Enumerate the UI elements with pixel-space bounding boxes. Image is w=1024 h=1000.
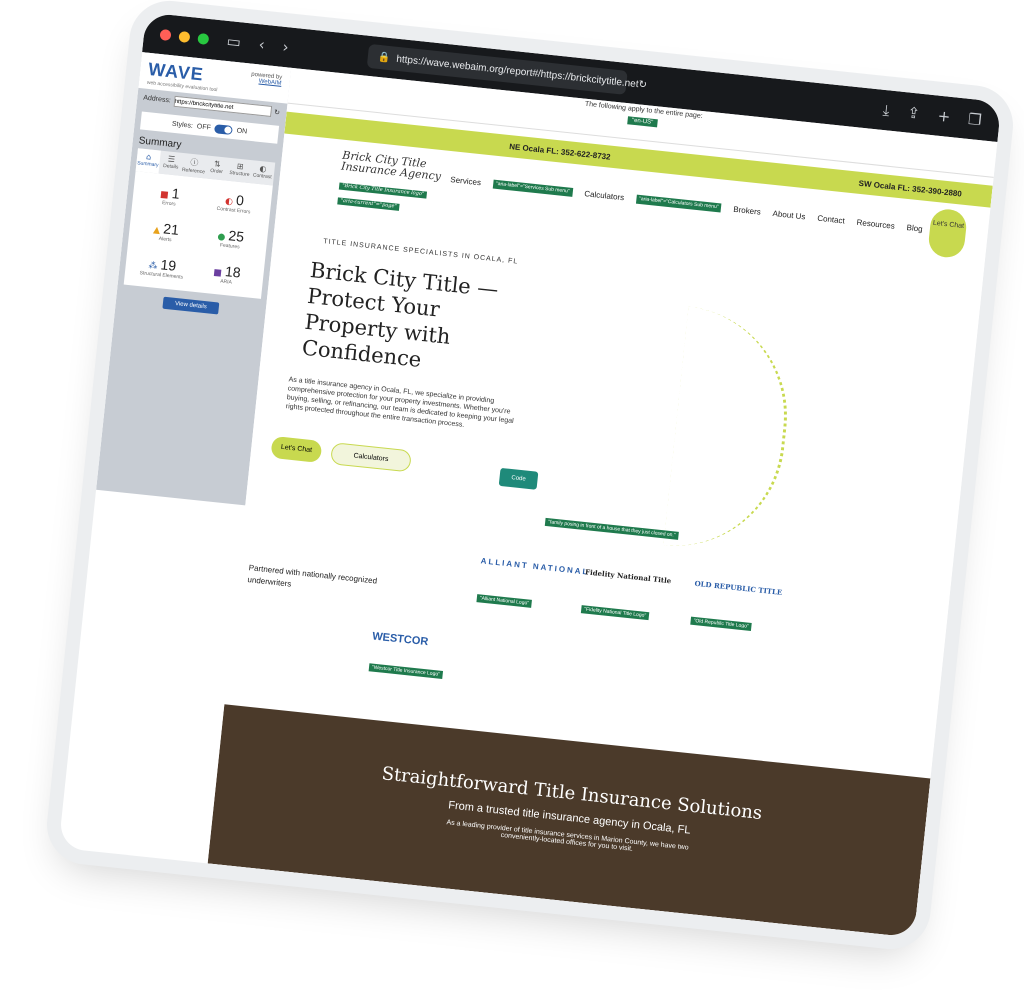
aria-current-tag[interactable]: "aria-current"="page" (337, 197, 400, 211)
browser-window: ▭ ‹ › 🔒 https://wave.webaim.org/report#/… (58, 12, 1002, 938)
styles-on-label: ON (236, 126, 248, 136)
aria-icon: ■ (212, 267, 223, 279)
code-tag[interactable]: Code (498, 467, 539, 490)
styles-off-label: OFF (196, 122, 212, 132)
hero-calculators-button[interactable]: Calculators (330, 442, 412, 473)
aria-services-tag[interactable]: "aria-label"="Services Sub menu" (492, 179, 573, 197)
back-icon[interactable]: ‹ (258, 35, 266, 54)
tab-order[interactable]: ⇅ Order (204, 155, 229, 180)
sidebar-icon[interactable]: ▭ (226, 32, 242, 51)
maximize-window-button[interactable] (197, 32, 210, 45)
menu-services[interactable]: Services (450, 175, 481, 187)
alliant-logo: ALLIANT NATIONAL (480, 556, 590, 577)
menu-blog[interactable]: Blog (906, 223, 923, 234)
stat-structure[interactable]: ⁂ 19 Structural Elements (129, 253, 196, 282)
menu-contact[interactable]: Contact (817, 214, 845, 226)
menu-resources[interactable]: Resources (856, 218, 895, 231)
summary-stats: ■ 1 Errors ◐ 0 Contrast Errors ▲ 21 Alerts ● 25… (123, 171, 273, 299)
alert-icon: ▲ (152, 225, 161, 236)
old-republic-logo: OLD REPUBLIC TITLE (694, 578, 783, 597)
old-republic-alt-wrap: "Old Republic Title Logo" (690, 609, 753, 633)
feature-icon: ● (216, 232, 226, 243)
old-republic-alt-tag[interactable]: "Old Republic Title Logo" (690, 616, 752, 631)
partners-heading: Partnered with nationally recognized und… (247, 563, 378, 589)
language-tag[interactable]: "en-US" (627, 116, 658, 128)
view-details-button[interactable]: View details (162, 296, 220, 315)
styles-toggle[interactable] (214, 123, 234, 135)
minimize-window-button[interactable] (178, 30, 191, 43)
hero-title: Brick City Title — Protect Your Property… (300, 257, 500, 372)
tab-reference[interactable]: ⓘ Reference (181, 153, 206, 178)
stat-contrast-errors[interactable]: ◐ 0 Contrast Errors (201, 188, 268, 217)
download-icon[interactable]: ⤓ (882, 101, 890, 120)
westcor-alt-wrap: "Westcor Title Insurance Logo" (368, 655, 444, 681)
fidelity-alt-tag[interactable]: "Fidelity National Title Logo" (580, 605, 650, 621)
hero-text: As a title insurance agency in Ocala, FL… (285, 376, 514, 429)
menu-brokers[interactable]: Brokers (733, 205, 761, 217)
stat-aria[interactable]: ■ 18 ARIA (193, 260, 260, 289)
decorative-dot-arc (663, 306, 798, 557)
website-viewport: The following apply to the entire page: … (207, 67, 998, 938)
alliant-alt-wrap: "Alliant National Logo" (476, 586, 533, 610)
stat-errors[interactable]: ■ 1 Errors (136, 181, 203, 210)
hero-chat-button[interactable]: Let's Chat (270, 435, 323, 463)
tab-structure[interactable]: ⊞ Structure (227, 158, 252, 183)
new-tab-icon[interactable]: + (937, 107, 951, 126)
westcor-logo: WESTCOR (371, 630, 429, 649)
forward-icon[interactable]: › (282, 38, 290, 57)
stat-alerts[interactable]: ▲ 21 Alerts (132, 217, 199, 246)
lock-icon: 🔒 (377, 51, 392, 64)
aria-calculators-tag[interactable]: "aria-label"="Calculators Sub menu" (635, 194, 722, 213)
westcor-alt-tag[interactable]: "Westcor Title Insurance Logo" (368, 663, 444, 679)
site-logo[interactable]: Brick City Title Insurance Agency "Brick … (337, 149, 442, 215)
lets-chat-pill[interactable]: Let's Chat (927, 207, 968, 260)
tabs-overview-icon[interactable]: ❐ (967, 110, 982, 129)
fidelity-logo: Fidelity National Title (584, 567, 672, 586)
share-icon[interactable]: ⇪ (906, 104, 920, 123)
alliant-alt-tag[interactable]: "Alliant National Logo" (476, 594, 533, 608)
error-icon: ■ (159, 189, 170, 201)
menu-calculators[interactable]: Calculators (584, 189, 625, 202)
tab-details[interactable]: ☰ Details (158, 151, 183, 176)
reload-icon[interactable]: ↻ (638, 79, 647, 91)
fidelity-alt-wrap: "Fidelity National Title Logo" (580, 597, 651, 622)
menu-about[interactable]: About Us (772, 209, 806, 221)
stat-features[interactable]: ● 25 Features (197, 224, 264, 253)
close-window-button[interactable] (159, 28, 172, 41)
styles-label: Styles: (171, 120, 194, 130)
tab-summary[interactable]: ⌂ Summary (135, 148, 161, 174)
address-label: Address: (142, 94, 172, 105)
refresh-icon[interactable]: ↻ (274, 108, 281, 117)
tab-contrast[interactable]: ◐ Contrast (250, 160, 275, 185)
